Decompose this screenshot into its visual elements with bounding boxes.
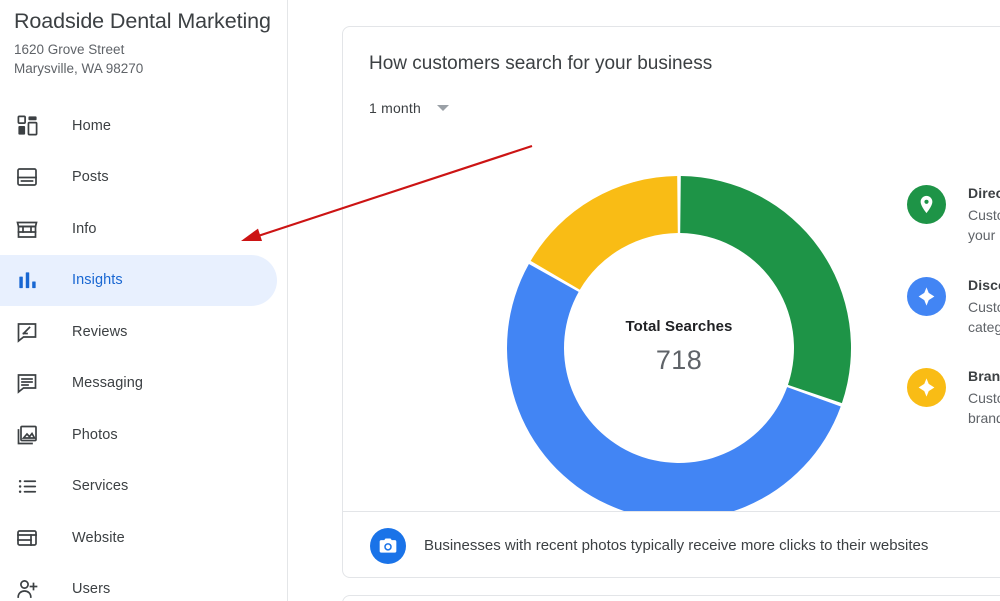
compass-icon: [907, 368, 946, 407]
bar-chart-icon: [14, 267, 40, 293]
sidebar-item-info[interactable]: Info: [0, 203, 287, 255]
sidebar-item-label: Home: [72, 118, 111, 134]
sidebar-item-posts[interactable]: Posts: [0, 152, 287, 204]
main-content: How customers search for your business 1…: [288, 0, 1000, 601]
sidebar-item-reviews[interactable]: Reviews: [0, 306, 287, 358]
sidebar-item-website[interactable]: Website: [0, 512, 287, 564]
legend-text: Discovery Customers wcategory, pro: [968, 275, 1000, 338]
sidebar: Roadside Dental Marketing 1620 Grove Str…: [0, 0, 288, 601]
address-line-2: Marysville, WA 98270: [14, 60, 287, 79]
sidebar-item-label: Reviews: [72, 324, 128, 340]
sidebar-item-label: Posts: [72, 169, 109, 185]
legend-description-line-2: brand related: [968, 408, 1000, 428]
camera-icon: [370, 528, 406, 564]
sidebar-item-label: Messaging: [72, 375, 143, 391]
legend-title: Branded: [968, 368, 1000, 384]
posts-icon: [14, 164, 40, 190]
compass-icon: [907, 277, 946, 316]
sidebar-item-services[interactable]: Services: [0, 461, 287, 513]
legend-description-line-2: your business: [968, 225, 1000, 245]
add-user-icon: [14, 576, 40, 601]
sidebar-item-photos[interactable]: Photos: [0, 409, 287, 461]
legend-item-branded: Branded Customers wbrand related: [907, 366, 1000, 429]
sidebar-item-label: Photos: [72, 427, 118, 443]
legend-item-direct: Direct Customers wyour business: [907, 183, 1000, 246]
total-searches-value: 718: [569, 345, 789, 376]
sidebar-item-home[interactable]: Home: [0, 100, 287, 152]
next-card-placeholder: [342, 595, 1000, 601]
donut-chart: Total Searches 718: [343, 27, 1000, 511]
sidebar-item-messaging[interactable]: Messaging: [0, 358, 287, 410]
donut-chart-svg: [343, 27, 1000, 511]
business-name: Roadside Dental Marketing: [0, 0, 287, 35]
photo-icon: [14, 422, 40, 448]
photo-tip-row: Businesses with recent photos typically …: [343, 512, 1000, 579]
legend-item-discovery: Discovery Customers wcategory, pro: [907, 275, 1000, 338]
sidebar-item-label: Services: [72, 478, 128, 494]
legend-description-line-2: category, pro: [968, 317, 1000, 337]
donut-slice-branded[interactable]: [531, 176, 678, 290]
chart-legend: DirectCustomers wyour businessDiscoveryC…: [907, 183, 1000, 458]
sidebar-item-users[interactable]: Users: [0, 564, 287, 601]
sidebar-item-label: Users: [72, 581, 110, 597]
legend-text: Branded Customers wbrand related: [968, 366, 1000, 429]
sidebar-nav: Home Posts Info Insights Reviews Messaging Pho…: [0, 100, 287, 601]
dashboard-icon: [14, 113, 40, 139]
business-address: 1620 Grove Street Marysville, WA 98270: [0, 35, 287, 78]
message-icon: [14, 370, 40, 396]
photo-tip-text: Businesses with recent photos typically …: [424, 537, 928, 554]
legend-description-line-1: Customers w: [968, 297, 1000, 317]
website-icon: [14, 525, 40, 551]
sidebar-item-insights[interactable]: Insights: [0, 255, 277, 307]
legend-title: Discovery: [968, 277, 1000, 293]
sidebar-item-label: Info: [72, 221, 97, 237]
list-icon: [14, 473, 40, 499]
legend-title: Direct: [968, 185, 1000, 201]
sidebar-item-label: Insights: [72, 272, 123, 288]
storefront-icon: [14, 216, 40, 242]
legend-description-line-1: Customers w: [968, 205, 1000, 225]
legend-text: Direct Customers wyour business: [968, 183, 1000, 246]
map-pin-icon: [907, 185, 946, 224]
total-searches-label: Total Searches: [569, 318, 789, 335]
search-breakdown-card: How customers search for your business 1…: [342, 26, 1000, 578]
legend-description-line-1: Customers w: [968, 388, 1000, 408]
review-icon: [14, 319, 40, 345]
address-line-1: 1620 Grove Street: [14, 41, 287, 60]
sidebar-item-label: Website: [72, 530, 125, 546]
